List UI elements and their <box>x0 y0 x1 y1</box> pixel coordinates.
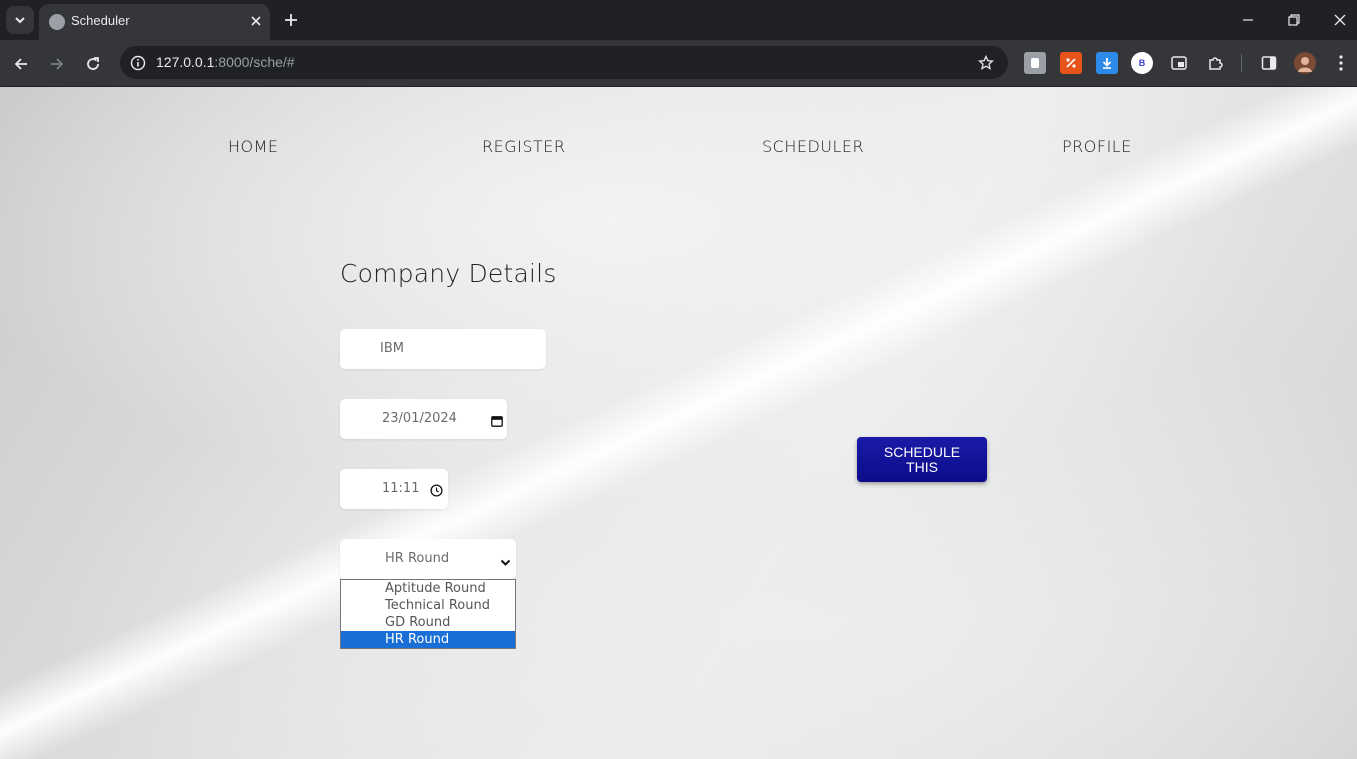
extension-percent-icon[interactable] <box>1060 52 1082 74</box>
round-option-gd[interactable]: GD Round <box>341 614 515 631</box>
back-icon[interactable] <box>8 51 34 77</box>
download-extension-icon[interactable] <box>1096 52 1118 74</box>
restore-icon[interactable] <box>1281 8 1307 32</box>
tab-title: Scheduler <box>71 13 130 28</box>
profile-badge-letter: B <box>1138 58 1146 68</box>
side-panel-icon[interactable] <box>1258 52 1280 74</box>
date-value: 23/01/2024 <box>382 411 457 426</box>
browser-tab-bar: Scheduler <box>0 0 1357 40</box>
close-tab-icon[interactable] <box>246 11 266 31</box>
tab-search-chevron-icon[interactable] <box>6 6 34 34</box>
profile-badge-extension-icon[interactable]: B <box>1131 52 1153 74</box>
extension-hand-icon[interactable] <box>1024 52 1046 74</box>
url-text: 127.0.0.1:8000/sche/# <box>156 54 295 70</box>
close-window-icon[interactable] <box>1327 8 1353 32</box>
nav-link-home[interactable]: HOME <box>228 137 279 156</box>
round-dropdown-list: Aptitude Round Technical Round GD Round … <box>340 579 516 649</box>
time-input[interactable]: 11:11 <box>340 469 448 509</box>
round-select[interactable]: HR Round <box>340 539 516 579</box>
date-input[interactable]: 23/01/2024 <box>340 399 507 439</box>
address-bar[interactable]: 127.0.0.1:8000/sche/# <box>120 46 1008 79</box>
round-option-aptitude[interactable]: Aptitude Round <box>341 580 515 597</box>
form-title: Company Details <box>340 259 557 288</box>
bookmark-star-icon[interactable] <box>976 53 996 73</box>
nav-link-register[interactable]: REGISTER <box>482 137 566 156</box>
extensions-puzzle-icon[interactable] <box>1204 52 1226 74</box>
clock-icon[interactable] <box>430 482 443 501</box>
company-name-input[interactable]: IBM <box>340 329 546 369</box>
profile-avatar-icon[interactable] <box>1294 52 1316 74</box>
nav-link-profile[interactable]: PROFILE <box>1062 137 1132 156</box>
calendar-icon[interactable] <box>491 412 503 431</box>
globe-icon <box>49 14 65 30</box>
picture-in-picture-icon[interactable] <box>1168 52 1190 74</box>
chevron-down-icon <box>500 553 511 572</box>
round-option-hr[interactable]: HR Round <box>341 631 515 648</box>
time-value: 11:11 <box>382 481 420 496</box>
browser-tab[interactable]: Scheduler <box>39 4 270 40</box>
page-content: HOME REGISTER SCHEDULER PROFILE Company … <box>0 87 1357 759</box>
nav-link-scheduler[interactable]: SCHEDULER <box>762 137 864 156</box>
new-tab-icon[interactable] <box>280 9 302 31</box>
schedule-this-button[interactable]: SCHEDULE THIS <box>857 437 987 482</box>
site-info-icon[interactable] <box>126 51 149 74</box>
round-option-technical[interactable]: Technical Round <box>341 597 515 614</box>
round-select-value: HR Round <box>385 551 450 566</box>
forward-icon[interactable] <box>44 51 70 77</box>
minimize-icon[interactable] <box>1235 8 1261 32</box>
reload-icon[interactable] <box>80 51 106 77</box>
browser-toolbar: 127.0.0.1:8000/sche/# B <box>0 40 1357 87</box>
company-name-value: IBM <box>380 341 404 356</box>
schedule-this-label: SCHEDULE THIS <box>883 443 961 475</box>
toolbar-divider <box>1241 54 1242 72</box>
browser-menu-icon[interactable] <box>1330 52 1352 74</box>
